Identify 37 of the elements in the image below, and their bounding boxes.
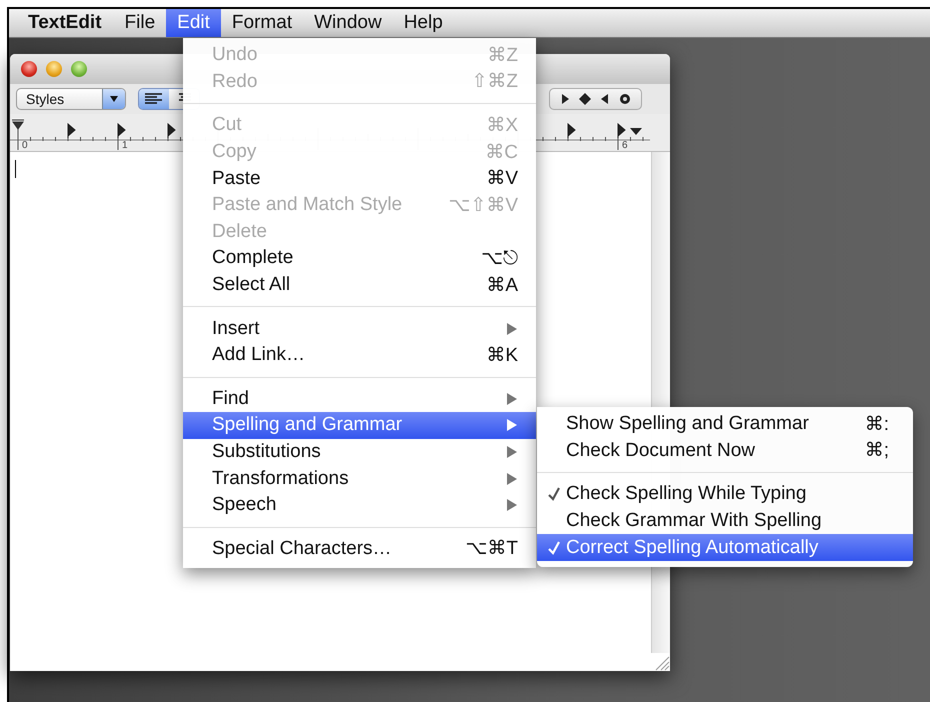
menu-item-label: Cut [212, 114, 243, 136]
menu-item-label: Complete [212, 247, 294, 270]
menu-item-label: Speech [212, 494, 278, 516]
menu-item-label: Spelling and Grammar [212, 414, 404, 436]
shortcut-label: ⇧⌘Z [471, 70, 518, 94]
shortcut-label: ⌥⌘T [465, 537, 518, 560]
shortcut-label: ⌘X [486, 114, 518, 137]
menu-item-label: Insert [212, 318, 261, 340]
menu-item-label: Add Link… [212, 344, 306, 366]
menu-item-label: Paste [212, 168, 262, 190]
shortcut-label: ⌘V [486, 167, 518, 190]
menu-item-label: Substitutions [212, 441, 322, 464]
menu-item-label: Copy [212, 141, 258, 164]
menu-item-label: Show Spelling and Grammar [566, 413, 810, 436]
shortcut-label: ⌘C [485, 140, 518, 164]
menu-item-label: Delete [212, 220, 268, 243]
menu-item-label: Select All [212, 274, 292, 296]
menu-item-label: Check Grammar With Spelling [566, 510, 823, 532]
menu-item-label: Check Document Now [566, 440, 756, 462]
menu-item-label: Check Spelling While Typing [566, 483, 808, 506]
shortcut-label: ⌘Z [487, 44, 518, 67]
menu-item-label: Correct Spelling Automatically [566, 536, 820, 559]
ruler-number: 1 [122, 141, 128, 151]
shortcut-label: ⌥⇧⌘V [448, 194, 518, 217]
menu-item-label: Special Characters… [212, 538, 393, 560]
shortcut-label: ⌘: [864, 412, 889, 436]
shortcut-label: ⌥⎋ [481, 246, 518, 270]
shortcut-label: ⌘; [864, 439, 889, 462]
menu-item-label: Find [212, 388, 250, 410]
menu-item-label: Transformations [212, 468, 350, 490]
ruler-number: 0 [22, 141, 28, 151]
menu-item-label: Undo [212, 44, 258, 66]
menu-item-label: Paste and Match Style [212, 194, 404, 216]
shortcut-label: ⌘K [486, 344, 518, 367]
shortcut-label: ⌘A [486, 274, 518, 297]
menu-item-label: Redo [212, 70, 258, 93]
ruler-number: 6 [622, 141, 628, 151]
